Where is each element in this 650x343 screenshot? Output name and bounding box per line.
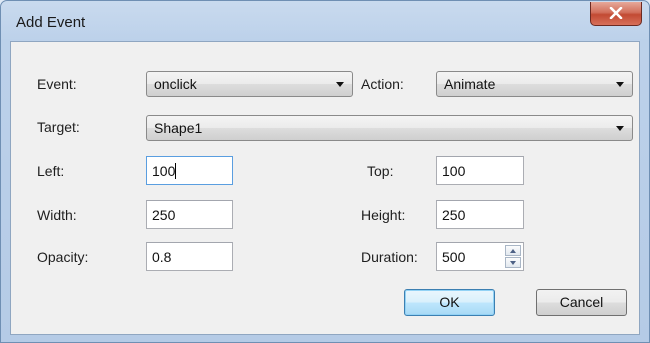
action-dropdown-value: Animate (444, 76, 496, 92)
close-button[interactable] (590, 2, 642, 26)
action-label: Action: (361, 76, 404, 92)
duration-increment-button[interactable] (505, 245, 521, 256)
target-label: Target: (37, 119, 80, 135)
event-dropdown[interactable]: onclick (146, 71, 353, 97)
action-dropdown[interactable]: Animate (436, 71, 633, 97)
width-input-value: 250 (152, 207, 176, 223)
opacity-label: Opacity: (37, 249, 89, 265)
dialog-body: Event: onclick Action: Animate Target: S… (10, 41, 640, 335)
dialog-title: Add Event (16, 14, 86, 31)
cancel-button[interactable]: Cancel (536, 289, 627, 316)
height-input[interactable]: 250 (436, 200, 524, 229)
chevron-down-icon (616, 82, 624, 87)
left-input[interactable]: 100 (146, 156, 233, 185)
title-bar[interactable]: Add Event (1, 1, 649, 41)
opacity-input-value: 0.8 (152, 249, 172, 265)
duration-stepper[interactable]: 500 (436, 242, 524, 271)
duration-label: Duration: (361, 249, 418, 265)
close-icon (609, 7, 623, 19)
chevron-up-icon (510, 249, 516, 253)
width-input[interactable]: 250 (146, 200, 233, 229)
chevron-down-icon (510, 261, 516, 265)
height-label: Height: (361, 207, 406, 223)
duration-stepper-value: 500 (442, 249, 466, 265)
target-dropdown[interactable]: Shape1 (146, 115, 633, 141)
top-input-value: 100 (442, 163, 466, 179)
duration-decrement-button[interactable] (505, 257, 521, 268)
width-label: Width: (37, 207, 77, 223)
top-input[interactable]: 100 (436, 156, 524, 185)
ok-button[interactable]: OK (404, 289, 495, 316)
target-dropdown-value: Shape1 (154, 120, 203, 136)
text-caret (175, 163, 177, 179)
opacity-input[interactable]: 0.8 (146, 242, 233, 271)
top-label: Top: (367, 163, 394, 179)
event-label: Event: (37, 76, 77, 92)
left-label: Left: (37, 163, 65, 179)
height-input-value: 250 (442, 207, 466, 223)
event-dropdown-value: onclick (154, 76, 197, 92)
chevron-down-icon (616, 126, 624, 131)
left-input-value: 100 (152, 163, 176, 179)
duration-spinner (505, 245, 521, 268)
chevron-down-icon (336, 82, 344, 87)
add-event-dialog: Add Event Event: onclick Action: Animate… (0, 0, 650, 343)
